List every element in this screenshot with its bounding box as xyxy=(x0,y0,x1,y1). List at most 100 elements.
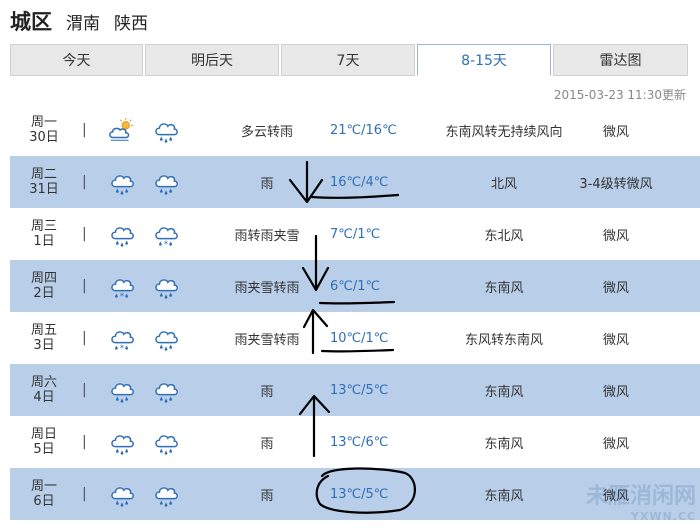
tab-8-15-days[interactable]: 8-15天 xyxy=(417,44,551,76)
rain-icon xyxy=(152,364,180,416)
temperature-range: 16℃/4℃ xyxy=(330,174,389,190)
day-cell: 周日 5日 xyxy=(10,416,78,468)
wind-force: 微风 xyxy=(602,332,629,348)
sleet-icon: * xyxy=(108,260,136,312)
rain-icon xyxy=(152,416,180,468)
forecast-list: 周一 30日 | 多云转雨 21℃/16℃ 东南风转无持续风向 微风 周二 31日 | 雨 16℃/4… xyxy=(10,104,700,520)
weekday: 周五 xyxy=(30,323,57,338)
divider: | xyxy=(82,226,87,242)
forecast-row: 周四 2日 | * 雨夹雪转雨 6℃/1℃ 东南风 微风 xyxy=(10,260,700,312)
wind-force: 微风 xyxy=(602,280,629,296)
location-header: 城区 渭南 陕西 xyxy=(10,6,148,36)
day-cell: 周一 6日 xyxy=(10,468,78,520)
partly-cloudy-icon xyxy=(108,104,136,156)
tab-next-two-days[interactable]: 明后天 xyxy=(145,44,279,76)
wind-force: 微风 xyxy=(602,124,629,140)
weather-description: 多云转雨 xyxy=(240,124,293,140)
wind-direction: 东南风 xyxy=(484,488,524,504)
weekday: 周六 xyxy=(30,375,57,390)
wind-direction: 东风转东南风 xyxy=(464,332,543,348)
temperature-range: 13℃/5℃ xyxy=(330,382,389,398)
weather-description: 雨 xyxy=(260,384,274,400)
forecast-tabs: 今天 明后天 7天 8-15天 雷达图 xyxy=(10,44,700,78)
rain-icon xyxy=(152,104,180,156)
rain-icon xyxy=(152,260,180,312)
divider: | xyxy=(82,330,87,346)
day-cell: 周二 31日 xyxy=(10,156,78,208)
wind-force: 3-4级转微风 xyxy=(579,176,653,192)
day-cell: 周三 1日 xyxy=(10,208,78,260)
date: 31日 xyxy=(29,182,59,197)
rain-icon xyxy=(108,364,136,416)
watermark: 未雁消闲网 YXWN.CC xyxy=(585,484,696,527)
divider: | xyxy=(82,278,87,294)
day-cell: 周四 2日 xyxy=(10,260,78,312)
tab-7-days[interactable]: 7天 xyxy=(281,44,415,76)
weather-description: 雨夹雪转雨 xyxy=(234,280,300,296)
rain-icon xyxy=(152,468,180,520)
weekday: 周日 xyxy=(30,427,57,442)
svg-text:*: * xyxy=(164,239,168,249)
wind-force: 微风 xyxy=(602,228,629,244)
weekday: 周二 xyxy=(30,167,57,182)
update-time: 2015-03-23 11:30更新 xyxy=(553,88,686,102)
weekday: 周一 xyxy=(30,479,57,494)
weather-description: 雨 xyxy=(260,176,274,192)
temperature-range: 7℃/1℃ xyxy=(330,226,381,242)
rain-icon xyxy=(108,208,136,260)
wind-force: 微风 xyxy=(602,384,629,400)
date: 1日 xyxy=(33,234,55,249)
province-name[interactable]: 陕西 xyxy=(114,9,148,34)
date: 4日 xyxy=(33,390,55,405)
forecast-row: 周二 31日 | 雨 16℃/4℃ 北风 3-4级转微风 xyxy=(10,156,700,208)
divider: | xyxy=(82,434,87,450)
date: 30日 xyxy=(29,130,59,145)
divider: | xyxy=(82,382,87,398)
wind-force: 微风 xyxy=(602,436,629,452)
temperature-range: 13℃/6℃ xyxy=(330,434,389,450)
wind-direction: 东南风 xyxy=(484,280,524,296)
sleet-icon: * xyxy=(152,208,180,260)
day-cell: 周五 3日 xyxy=(10,312,78,364)
weekday: 周一 xyxy=(30,115,57,130)
rain-icon xyxy=(108,468,136,520)
wind-direction: 东南风转无持续风向 xyxy=(445,124,563,140)
tab-radar[interactable]: 雷达图 xyxy=(553,44,688,76)
city-name: 城区 xyxy=(10,10,52,34)
weather-description: 雨转雨夹雪 xyxy=(234,228,300,244)
svg-text:*: * xyxy=(120,343,124,353)
svg-text:*: * xyxy=(120,291,124,301)
forecast-row: 周日 5日 | 雨 13℃/6℃ 东南风 微风 xyxy=(10,416,700,468)
rain-icon xyxy=(152,156,180,208)
region-name[interactable]: 渭南 xyxy=(66,9,100,34)
wind-direction: 北风 xyxy=(490,176,517,192)
forecast-row: 周三 1日 | * 雨转雨夹雪 7℃/1℃ 东北风 微风 xyxy=(10,208,700,260)
watermark-domain: YXWN.CC xyxy=(630,510,696,523)
temperature-range: 21℃/16℃ xyxy=(330,122,397,138)
temperature-range: 6℃/1℃ xyxy=(330,278,381,294)
temperature-range: 13℃/5℃ xyxy=(330,486,389,502)
date: 6日 xyxy=(33,494,55,509)
weekday: 周四 xyxy=(30,271,57,286)
forecast-row: 周五 3日 | * 雨夹雪转雨 10℃/1℃ 东风转东南风 微风 xyxy=(10,312,700,364)
date: 2日 xyxy=(33,286,55,301)
date: 3日 xyxy=(33,338,55,353)
forecast-row: 周一 30日 | 多云转雨 21℃/16℃ 东南风转无持续风向 微风 xyxy=(10,104,700,156)
rain-icon xyxy=(152,312,180,364)
weather-description: 雨 xyxy=(260,436,274,452)
day-cell: 周六 4日 xyxy=(10,364,78,416)
weather-description: 雨 xyxy=(260,488,274,504)
wind-direction: 东南风 xyxy=(484,384,524,400)
rain-icon xyxy=(108,156,136,208)
watermark-title: 未雁消闲网 xyxy=(585,484,696,509)
tab-today[interactable]: 今天 xyxy=(10,44,143,76)
temperature-range: 10℃/1℃ xyxy=(330,330,389,346)
weather-description: 雨夹雪转雨 xyxy=(234,332,300,348)
rain-icon xyxy=(108,416,136,468)
sleet-icon: * xyxy=(108,312,136,364)
divider: | xyxy=(82,122,87,138)
wind-direction: 东北风 xyxy=(484,228,524,244)
divider: | xyxy=(82,486,87,502)
day-cell: 周一 30日 xyxy=(10,104,78,156)
date: 5日 xyxy=(33,442,55,457)
